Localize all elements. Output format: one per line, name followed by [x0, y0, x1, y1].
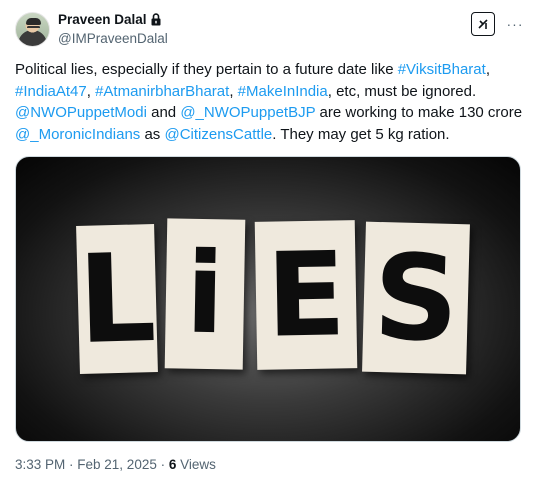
meta-separator-2: ·: [156, 457, 169, 472]
tweet-link[interactable]: #MakeInIndia: [238, 83, 328, 100]
tweet-header: Praveen Dalal @IMPraveenDalal ···: [15, 10, 523, 50]
tweet-link[interactable]: @_NWOPuppetBJP: [180, 104, 315, 121]
avatar[interactable]: [15, 12, 50, 47]
tweet-date[interactable]: Feb 21, 2025: [77, 457, 157, 472]
tweet-text: Political lies, especially if they perta…: [15, 59, 527, 145]
letter-card-s: S: [362, 221, 470, 375]
tweet-link[interactable]: @NWOPuppetModi: [15, 104, 147, 121]
author-names: Praveen Dalal @IMPraveenDalal: [58, 11, 168, 48]
tweet-link[interactable]: #AtmanirbharBharat: [95, 83, 229, 100]
avatar-glasses: [27, 26, 40, 29]
lies-letters: L i E S: [76, 217, 470, 377]
tweet-text-segment: , etc, must be ignored.: [327, 82, 477, 100]
tweet-text-segment: and: [146, 104, 181, 121]
tweet-text-segment: as: [140, 125, 165, 143]
meta-separator: ·: [65, 457, 78, 472]
author-display-name[interactable]: Praveen Dalal: [58, 11, 147, 28]
tweet-text-segment: are working to make 130 crore: [315, 104, 523, 121]
tweet-text-segment: ,: [86, 82, 96, 100]
more-icon[interactable]: ···: [503, 12, 527, 36]
lock-icon: [150, 13, 162, 26]
tweet-media-image[interactable]: L i E S: [15, 156, 521, 442]
letter-card-l: L: [76, 224, 158, 374]
tweet-link[interactable]: @_MoronicIndians: [15, 126, 140, 143]
tweet-text-segment: ,: [485, 61, 490, 78]
author-handle[interactable]: @IMPraveenDalal: [58, 30, 168, 48]
tweet-text-segment: . They may get 5 kg ration.: [272, 125, 450, 143]
letter-card-i: i: [164, 218, 246, 370]
author-display-name-row[interactable]: Praveen Dalal: [58, 11, 168, 28]
tweet-meta: 3:33 PM · Feb 21, 2025 · 6 Views: [15, 456, 216, 474]
tweet-link[interactable]: @CitizensCattle: [164, 126, 272, 143]
tweet-time[interactable]: 3:33 PM: [15, 457, 65, 472]
tweet-link[interactable]: #ViksitBharat: [398, 61, 486, 78]
letter-card-e: E: [254, 220, 358, 370]
views-label: Views: [176, 457, 216, 472]
grok-icon[interactable]: [471, 12, 495, 36]
tweet-text-segment: Political lies, especially if they perta…: [15, 61, 398, 78]
avatar-hair: [26, 18, 41, 25]
tweet-link[interactable]: #IndiaAt47: [15, 83, 87, 100]
tweet-text-segment: ,: [229, 82, 238, 100]
